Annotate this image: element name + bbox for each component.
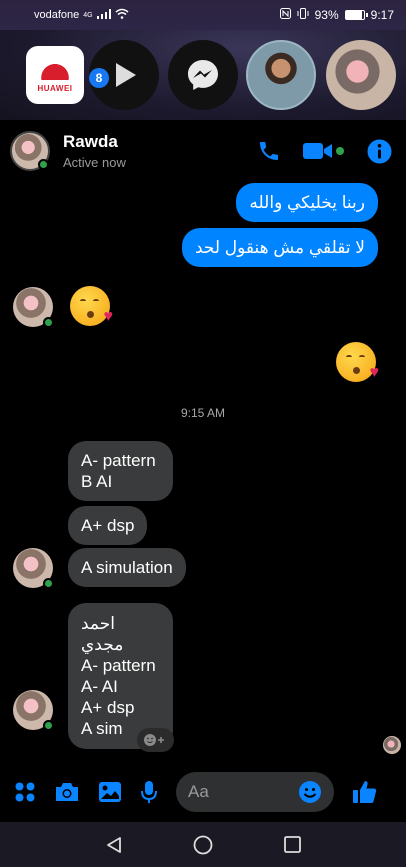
sender-avatar[interactable] bbox=[13, 690, 54, 731]
message-composer: Aa bbox=[0, 768, 406, 816]
kiss-emoji[interactable]: ♥ bbox=[336, 342, 379, 382]
video-call-icon[interactable] bbox=[303, 140, 345, 162]
sender-avatar[interactable] bbox=[13, 548, 54, 589]
microphone-icon[interactable] bbox=[140, 780, 158, 804]
outgoing-message[interactable]: ربنا يخليكي والله bbox=[236, 183, 378, 222]
huawei-app-icon[interactable]: HUAWEI bbox=[26, 46, 84, 104]
huawei-logo bbox=[40, 57, 70, 80]
phone-icon[interactable] bbox=[257, 139, 281, 163]
message-timestamp: 9:15 AM bbox=[180, 406, 226, 420]
online-indicator bbox=[43, 317, 54, 328]
incoming-message[interactable]: A+ dsp bbox=[68, 506, 148, 545]
back-icon[interactable] bbox=[105, 836, 123, 854]
thumbs-up-icon[interactable] bbox=[352, 779, 378, 805]
home-icon[interactable] bbox=[193, 835, 213, 855]
contact-chat-head[interactable] bbox=[246, 40, 316, 110]
nfc-icon bbox=[279, 8, 291, 22]
wifi-icon bbox=[115, 8, 129, 22]
system-navigation-bar bbox=[0, 822, 406, 867]
messenger-chat-head[interactable] bbox=[168, 40, 238, 110]
message-input-placeholder: Aa bbox=[188, 782, 209, 801]
battery-percent: 93% bbox=[314, 8, 339, 22]
info-icon[interactable] bbox=[367, 139, 392, 164]
huawei-app-label: HUAWEI bbox=[37, 83, 73, 93]
contact-name[interactable]: Rawda bbox=[63, 132, 126, 152]
smiley-plus-icon bbox=[143, 734, 164, 746]
add-reaction-button[interactable] bbox=[137, 728, 174, 752]
incoming-message[interactable]: A- pattern B AI bbox=[68, 441, 173, 501]
emoji-icon[interactable] bbox=[298, 780, 322, 804]
rawda-chat-head[interactable] bbox=[326, 40, 396, 110]
play-icon bbox=[116, 63, 136, 87]
messenger-icon bbox=[188, 60, 218, 90]
vibrate-icon bbox=[297, 8, 309, 22]
recents-icon[interactable] bbox=[283, 836, 301, 853]
clock: 9:17 bbox=[370, 8, 394, 22]
carrier-name: vodafone bbox=[34, 9, 80, 21]
kiss-emoji[interactable]: ♥ bbox=[70, 286, 113, 326]
camera-icon[interactable] bbox=[54, 781, 80, 803]
read-receipt-avatar bbox=[383, 736, 401, 754]
sender-avatar[interactable] bbox=[13, 287, 54, 328]
chat-heads-strip: HUAWEI 8 bbox=[0, 30, 406, 120]
online-indicator bbox=[43, 720, 54, 731]
battery-icon bbox=[344, 10, 368, 20]
unread-badge: 8 bbox=[89, 68, 109, 88]
incoming-message[interactable]: A simulation bbox=[68, 548, 186, 587]
outgoing-message[interactable]: لا تقلقي مش هنقول لحد bbox=[182, 228, 378, 267]
gallery-icon[interactable] bbox=[98, 781, 122, 803]
conversation-header: Rawda Active now bbox=[0, 120, 406, 182]
avatar[interactable] bbox=[10, 131, 50, 171]
status-bar: vodafone 4G 93% 9:17 bbox=[0, 0, 406, 30]
online-indicator bbox=[38, 159, 49, 170]
message-input[interactable]: Aa bbox=[176, 772, 334, 812]
apps-menu-icon[interactable] bbox=[14, 781, 36, 803]
signal-icon bbox=[96, 8, 111, 22]
network-type: 4G bbox=[83, 11, 93, 19]
active-status: Active now bbox=[63, 155, 126, 170]
online-indicator bbox=[43, 578, 54, 589]
